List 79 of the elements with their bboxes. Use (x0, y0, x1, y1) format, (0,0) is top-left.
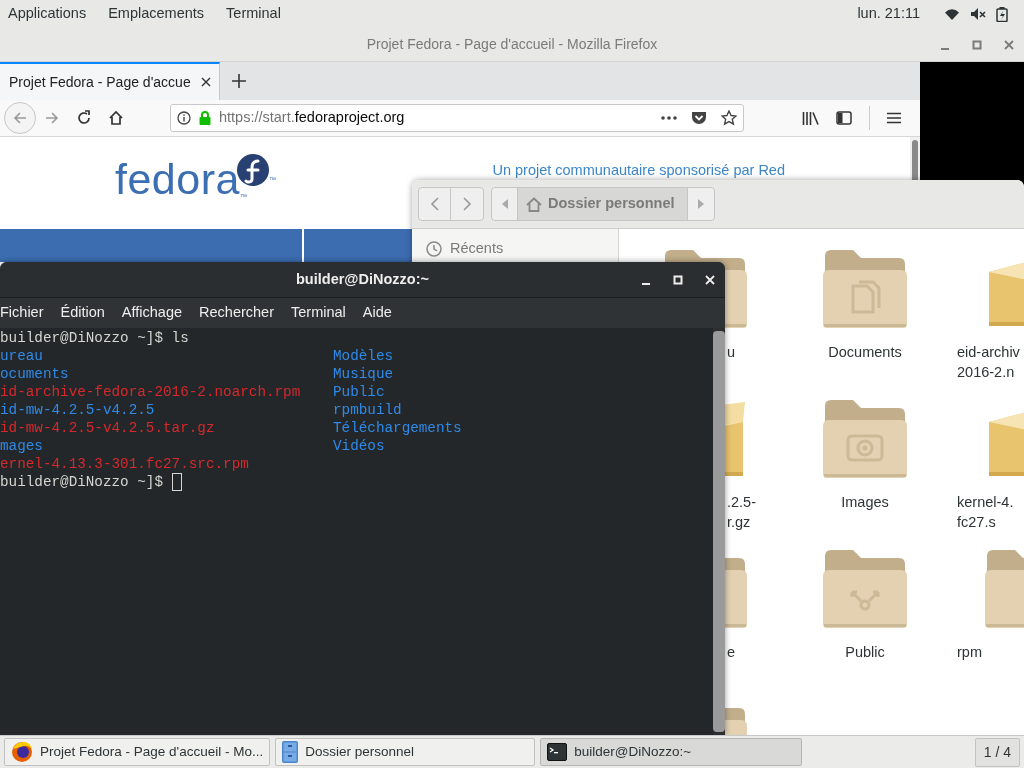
sidebar-item[interactable]: Récents (412, 239, 618, 259)
info-icon[interactable] (177, 111, 191, 125)
documents-folder-icon (823, 248, 907, 330)
terminal-text: ureau (0, 347, 44, 365)
taskbar-button[interactable]: builder@DiNozzo:~ (540, 738, 803, 766)
tagline: Un projet communautaire sponsorisé par Red (492, 161, 785, 180)
volume-muted-icon[interactable] (970, 7, 986, 21)
file-name[interactable]: Public (845, 642, 885, 662)
terminal-text: rpmbuild (333, 401, 403, 419)
battery-icon[interactable] (996, 6, 1008, 22)
browser-icon (11, 741, 33, 763)
menu-item[interactable]: Fichier (0, 302, 44, 324)
reload-icon (76, 110, 92, 126)
terminal-text: Téléchargements (333, 419, 463, 437)
terminal-icon (547, 743, 568, 761)
plus-icon[interactable] (232, 74, 246, 88)
file-name[interactable]: .2.5- r.gz (727, 492, 756, 532)
terminal-text: id-mw-4.2.5-v4.2.5.tar.gz (0, 419, 216, 437)
file-name[interactable]: kernel-4. fc27.s (957, 492, 1014, 532)
share-folder-icon (823, 548, 907, 630)
file-name[interactable]: rpm (957, 642, 982, 662)
star-icon[interactable] (721, 110, 737, 126)
clock-icon (426, 241, 442, 257)
terminal-text: id-archive-fedora-2016-2.noarch.rpm (0, 383, 302, 401)
terminal-text: Public (333, 383, 386, 401)
file-name[interactable]: u (727, 342, 736, 362)
menu-item[interactable]: Affichage (121, 302, 183, 324)
menu-item[interactable]: Terminal (291, 302, 346, 324)
terminal-text: Musique (333, 365, 395, 383)
back-icon (12, 110, 28, 126)
taskbar-button[interactable]: Dossier personnel (275, 738, 536, 766)
file-cabinet-icon (282, 741, 299, 763)
window-title: builder@DiNozzo:~ (296, 269, 429, 289)
terminal-text: id-mw-4.2.5-v4.2.5 (0, 401, 156, 419)
close-icon[interactable] (201, 77, 211, 87)
taskbar-button[interactable]: Projet Fedora - Page d'accueil - Mo... (4, 738, 271, 766)
menu-item[interactable]: Emplacements (108, 3, 205, 25)
camera-folder-icon (823, 398, 907, 480)
terminal-text: ocuments (0, 365, 70, 383)
terminal-text: Modèles (333, 347, 395, 365)
terminal-text: builder@DiNozzo ~]$ ls (0, 329, 190, 347)
back-icon (430, 197, 439, 211)
wifi-icon[interactable] (944, 7, 960, 21)
menu-item[interactable]: Aide (362, 302, 392, 324)
home-icon (108, 110, 124, 126)
right-arrow-icon (697, 199, 704, 209)
terminal-text: ernel-4.13.3-301.fc27.src.rpm (0, 455, 250, 473)
file-name[interactable]: e (727, 642, 736, 662)
workspace-switcher[interactable]: 1 / 4 (974, 737, 1020, 767)
menu-item[interactable]: Terminal (226, 3, 281, 25)
menu-item[interactable]: Applications (8, 3, 87, 25)
file-name[interactable]: eid-archiv 2016-2.n (957, 342, 1020, 382)
terminal-text: mages (0, 437, 44, 455)
terminal-text: Vidéos (333, 437, 386, 455)
forward-icon (44, 110, 60, 126)
home-icon (526, 196, 542, 212)
logo-text: fedora (115, 157, 240, 201)
menu-icon[interactable] (887, 112, 901, 124)
sidebar-icon[interactable] (836, 111, 852, 125)
menu-item[interactable]: Édition (60, 302, 105, 324)
pocket-icon[interactable] (691, 111, 707, 125)
clock[interactable]: lun. 21:11 (857, 3, 920, 25)
folder-icon (985, 548, 1024, 630)
scrollbar[interactable] (713, 328, 725, 735)
library-icon[interactable] (802, 111, 819, 125)
lock-icon (199, 111, 211, 125)
file-name[interactable]: Documents (828, 342, 902, 362)
menu-item[interactable]: Rechercher (199, 302, 274, 324)
browser-tab[interactable]: Projet Fedora - Page d'accue (0, 62, 220, 100)
tab-title: Projet Fedora - Page d'accue (9, 72, 191, 92)
file-name[interactable]: Images (841, 492, 889, 512)
address-field[interactable]: https://start.fedoraproject.org (170, 104, 744, 132)
window-title: Projet Fedora - Page d'accueil - Mozilla Firefox (366, 35, 658, 54)
forward-icon (462, 197, 472, 211)
scrollbar[interactable] (910, 137, 920, 180)
terminal-text: builder@DiNozzo ~]$ (0, 474, 163, 490)
left-arrow-icon (501, 199, 508, 209)
url-text: https://start.fedoraproject.org (219, 108, 405, 128)
more-icon[interactable] (661, 116, 677, 120)
